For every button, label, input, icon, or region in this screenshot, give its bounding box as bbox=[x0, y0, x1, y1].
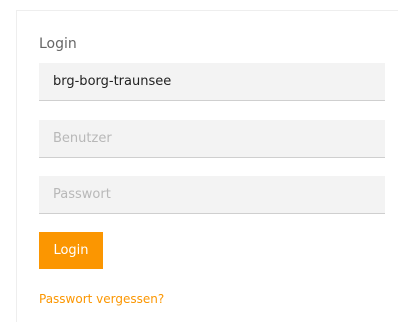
login-page: Login Login Passwort vergessen? bbox=[0, 0, 398, 322]
username-field[interactable] bbox=[39, 120, 385, 158]
password-field[interactable] bbox=[39, 176, 385, 214]
login-heading: Login bbox=[39, 36, 77, 52]
login-button[interactable]: Login bbox=[39, 232, 103, 269]
school-field[interactable] bbox=[39, 63, 385, 101]
login-panel: Login Login Passwort vergessen? bbox=[16, 10, 398, 322]
forgot-password-link[interactable]: Passwort vergessen? bbox=[39, 291, 164, 307]
